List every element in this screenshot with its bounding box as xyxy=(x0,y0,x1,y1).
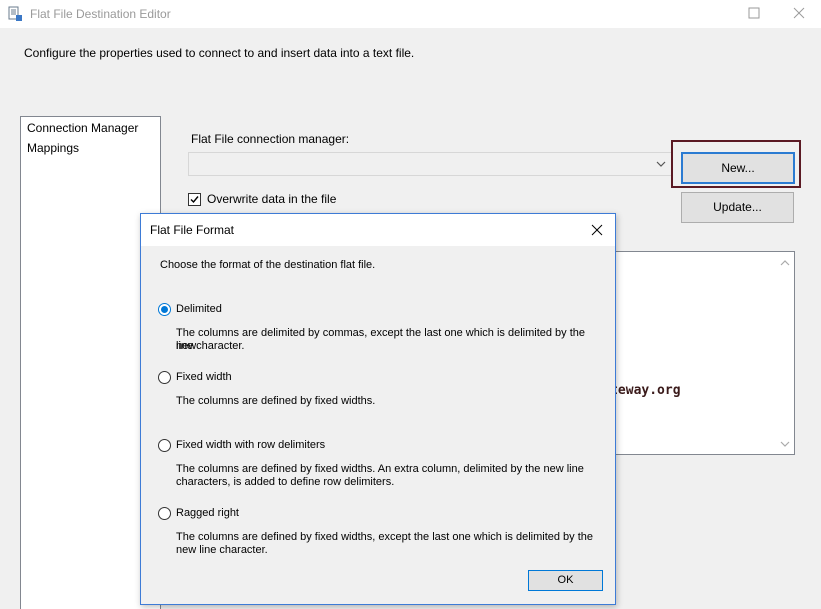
close-icon[interactable] xyxy=(589,222,605,238)
chevron-down-icon xyxy=(656,161,666,167)
option-label-delimited[interactable]: Delimited xyxy=(176,303,222,315)
dialog-instruction: Choose the format of the destination fla… xyxy=(160,259,376,271)
sidebar-item-connection-manager[interactable]: Connection Manager xyxy=(27,121,138,135)
window-title: Flat File Destination Editor xyxy=(30,7,171,21)
checkmark-icon xyxy=(190,196,199,204)
maximize-button[interactable] xyxy=(735,0,775,28)
connection-manager-label: Flat File connection manager: xyxy=(191,132,350,146)
update-button[interactable]: Update... xyxy=(681,192,794,223)
maximize-icon xyxy=(748,7,760,19)
ok-button[interactable]: OK xyxy=(528,570,603,591)
option-label-fixed-width-row-delimiters[interactable]: Fixed width with row delimiters xyxy=(176,439,325,451)
window-titlebar: Flat File Destination Editor xyxy=(0,0,821,28)
radio-delimited[interactable] xyxy=(158,303,171,316)
close-icon xyxy=(793,7,805,19)
radio-fixed-width[interactable] xyxy=(158,371,171,384)
option-desc-fixed-width-1: The columns are defined by fixed widths. xyxy=(176,395,376,407)
option-desc-fixed-width-row-delimiters-1: The columns are defined by fixed widths.… xyxy=(176,463,584,475)
connection-manager-select[interactable] xyxy=(188,152,673,176)
dialog-titlebar: Flat File Format xyxy=(141,214,615,246)
option-desc-delimited-2: line character. xyxy=(176,340,245,352)
window-close-button[interactable] xyxy=(780,0,820,28)
sidebar-item-mappings[interactable]: Mappings xyxy=(27,141,79,155)
option-desc-ragged-right-1: The columns are defined by fixed widths,… xyxy=(176,531,594,543)
option-label-fixed-width[interactable]: Fixed width xyxy=(176,371,232,383)
radio-ragged-right[interactable] xyxy=(158,507,171,520)
overwrite-label: Overwrite data in the file xyxy=(207,192,337,206)
option-desc-ragged-right-2: new line character. xyxy=(176,544,268,556)
flat-file-destination-icon xyxy=(8,6,22,21)
new-button[interactable]: New... xyxy=(681,152,795,184)
option-label-ragged-right[interactable]: Ragged right xyxy=(176,507,239,519)
scroll-up-icon[interactable] xyxy=(779,258,791,268)
editor-description: Configure the properties used to connect… xyxy=(24,46,415,60)
scroll-down-icon[interactable] xyxy=(779,439,791,449)
dialog-title: Flat File Format xyxy=(150,223,235,237)
option-desc-fixed-width-row-delimiters-2: characters, is added to define row delim… xyxy=(176,476,395,488)
radio-fixed-width-row-delimiters[interactable] xyxy=(158,439,171,452)
overwrite-checkbox[interactable] xyxy=(188,193,201,206)
flat-file-format-dialog: Flat File Format Choose the format of th… xyxy=(140,213,616,605)
header-text-area[interactable] xyxy=(610,251,795,455)
